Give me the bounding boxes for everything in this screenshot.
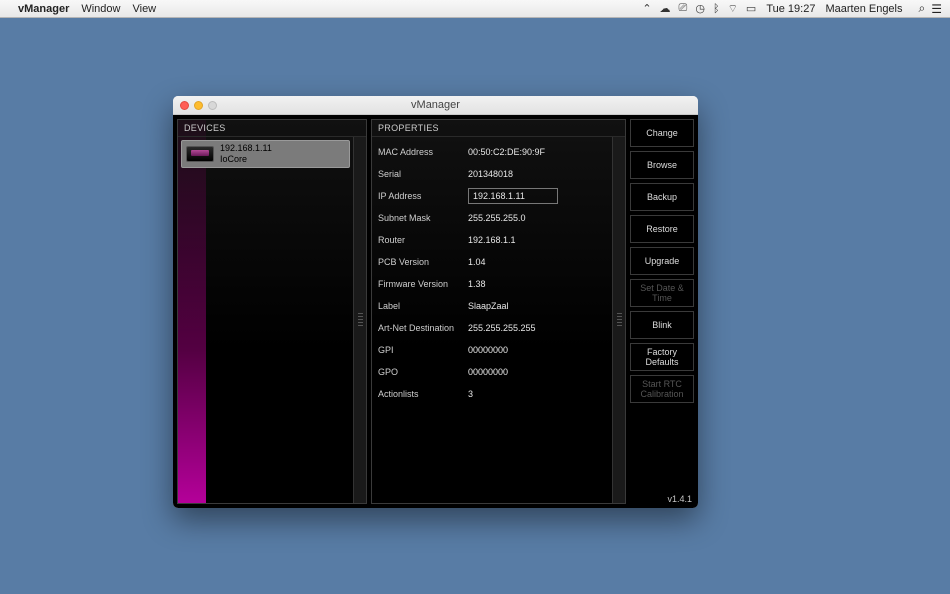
property-value: 00000000 [468,345,508,355]
properties-panel: PROPERTIES MAC Address00:50:C2:DE:90:9FS… [371,119,626,504]
clock-icon[interactable]: ◷ [695,2,705,15]
property-value: 3 [468,389,473,399]
property-label: PCB Version [378,257,468,267]
property-value-input[interactable]: 192.168.1.11 [468,188,558,204]
devices-panel: DEVICES 192.168.1.11 IoCore [177,119,367,504]
window-title: vManager [173,99,698,111]
device-thumbnail-icon [186,146,214,162]
property-label: Actionlists [378,389,468,399]
devices-header: DEVICES [178,120,366,137]
property-value: SlaapZaal [468,301,509,311]
property-label: IP Address [378,191,468,201]
cloud-icon[interactable]: ☁ [660,2,671,15]
status-tray: ⌃ ☁ ⎚ ◷ ᛒ ⌔ ▭ [642,2,756,16]
property-row: Serial201348018 [378,163,606,185]
device-ip: 192.168.1.11 [220,143,272,154]
action-factory-defaults-button[interactable]: Factory Defaults [630,343,694,371]
wifi-icon[interactable]: ⌔ [728,2,738,16]
properties-scrollbar[interactable] [612,137,625,503]
property-label: Subnet Mask [378,213,468,223]
action-browse-button[interactable]: Browse [630,151,694,179]
property-label: MAC Address [378,147,468,157]
property-value: 192.168.1.1 [468,235,516,245]
property-row: GPO00000000 [378,361,606,383]
devices-list: 192.168.1.11 IoCore [178,137,353,503]
device-text: 192.168.1.11 IoCore [220,143,272,165]
app-window: vManager DEVICES 192.168.1.11 IoCore [173,96,698,508]
property-row: Subnet Mask255.255.255.0 [378,207,606,229]
device-name: IoCore [220,154,272,165]
property-row: Firmware Version1.38 [378,273,606,295]
notification-center-icon[interactable]: ☰ [931,2,942,16]
property-label: Label [378,301,468,311]
macos-menubar: vManager Window View ⌃ ☁ ⎚ ◷ ᛒ ⌔ ▭ Tue 1… [0,0,950,18]
spotlight-icon[interactable]: ⌕ [919,1,926,16]
action-upgrade-button[interactable]: Upgrade [630,247,694,275]
menu-window[interactable]: Window [81,3,120,15]
property-label: Firmware Version [378,279,468,289]
property-row: Router192.168.1.1 [378,229,606,251]
menubar-user[interactable]: Maarten Engels [825,3,902,15]
bluetooth-icon[interactable]: ᛒ [713,3,720,15]
action-set-date-time-button: Set Date & Time [630,279,694,307]
properties-header: PROPERTIES [372,120,625,137]
property-value: 00:50:C2:DE:90:9F [468,147,545,157]
properties-list: MAC Address00:50:C2:DE:90:9FSerial201348… [372,137,612,503]
property-label: Art-Net Destination [378,323,468,333]
action-blink-button[interactable]: Blink [630,311,694,339]
action-start-rtc-calibration-button: Start RTC Calibration [630,375,694,403]
property-row: Actionlists3 [378,383,606,405]
menu-view[interactable]: View [132,3,156,15]
property-value: 00000000 [468,367,508,377]
device-row[interactable]: 192.168.1.11 IoCore [181,140,350,168]
property-row: MAC Address00:50:C2:DE:90:9F [378,141,606,163]
property-value: 1.38 [468,279,486,289]
display-icon[interactable]: ⎚ [679,2,688,15]
window-body: DEVICES 192.168.1.11 IoCore PROPERTIES [173,115,698,508]
devices-scrollbar[interactable] [353,137,366,503]
property-label: GPO [378,367,468,377]
property-value: 255.255.255.0 [468,213,526,223]
window-titlebar[interactable]: vManager [173,96,698,115]
action-change-button[interactable]: Change [630,119,694,147]
actions-column: Change Browse Backup Restore Upgrade Set Date… [630,119,694,504]
property-value: 201348018 [468,169,513,179]
property-label: Router [378,235,468,245]
property-value: 255.255.255.255 [468,323,536,333]
action-backup-button[interactable]: Backup [630,183,694,211]
battery-icon[interactable]: ▭ [746,2,756,15]
action-restore-button[interactable]: Restore [630,215,694,243]
property-row: Art-Net Destination255.255.255.255 [378,317,606,339]
property-row: GPI00000000 [378,339,606,361]
property-label: GPI [378,345,468,355]
property-label: Serial [378,169,468,179]
menubar-clock[interactable]: Tue 19:27 [766,3,815,15]
property-row: PCB Version1.04 [378,251,606,273]
property-value: 1.04 [468,257,486,267]
app-menu[interactable]: vManager [18,3,69,15]
dropbox-icon[interactable]: ⌃ [642,2,651,15]
property-row: IP Address192.168.1.11 [378,185,606,207]
property-row: LabelSlaapZaal [378,295,606,317]
version-label: v1.4.1 [630,492,694,504]
